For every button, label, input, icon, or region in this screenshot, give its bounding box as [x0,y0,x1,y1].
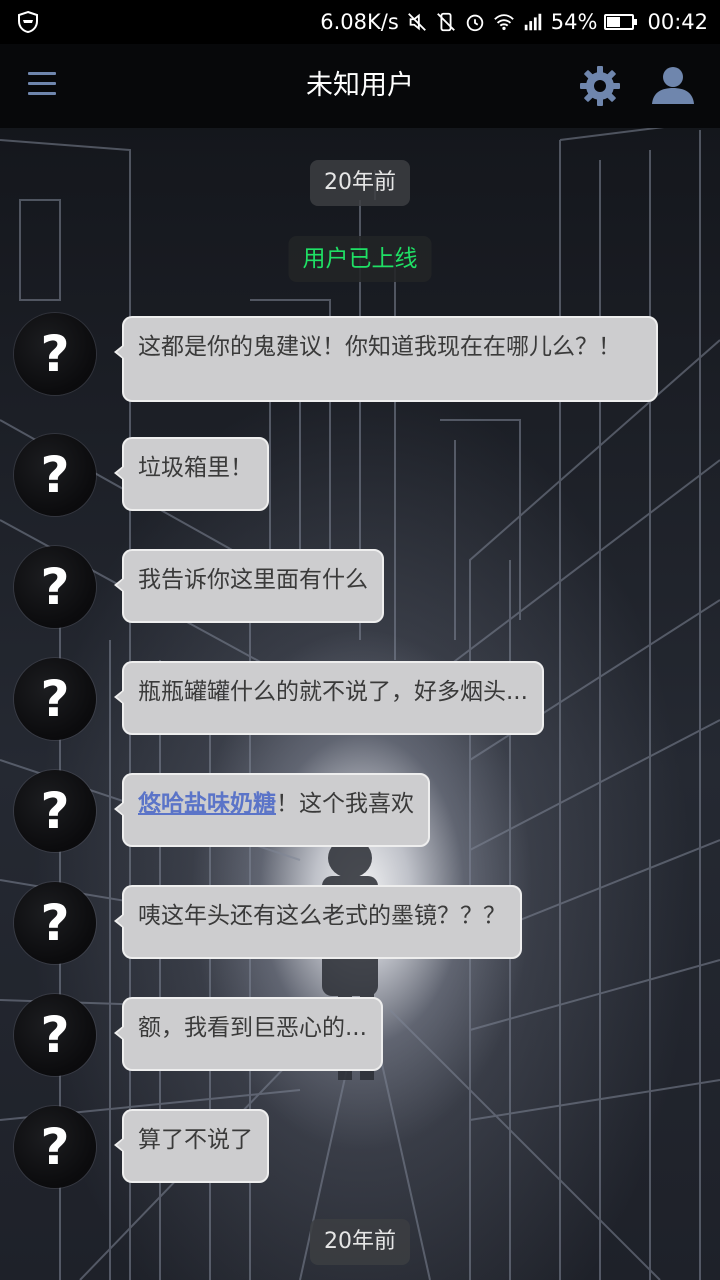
message-bubble[interactable]: 垃圾箱里！ [114,437,269,511]
candy-link[interactable]: 悠哈盐味奶糖 [138,791,276,817]
shield-icon [18,10,38,34]
app-header: 未知用户 [0,44,720,128]
unknown-user-avatar[interactable]: ? [14,658,96,740]
message-bubble[interactable]: 咦这年头还有这么老式的墨镜？？？ [114,885,522,959]
signal-icon [524,13,542,31]
vibrate-off-icon [436,12,455,32]
timestamp-bottom: 20年前 [310,1219,410,1265]
unknown-user-avatar[interactable]: ? [14,770,96,852]
online-status: 用户已上线 [288,236,432,282]
message-bubble[interactable]: 这都是你的鬼建议！你知道我现在在哪儿么？！ [114,316,658,402]
message-bubble[interactable]: 算了不说了 [114,1109,269,1183]
unknown-user-avatar[interactable]: ? [14,994,96,1076]
unknown-user-avatar[interactable]: ? [14,1106,96,1188]
message-bubble[interactable]: 瓶瓶罐罐什么的就不说了，好多烟头... [114,661,544,735]
gear-icon[interactable] [578,64,622,108]
status-bar: 6.08K/s 54% 00:42 [0,0,720,44]
message-bubble[interactable]: 额，我看到巨恶心的... [114,997,383,1071]
wifi-icon [493,14,514,31]
message-text: ！这个我喜欢 [276,791,414,817]
mute-icon [407,13,426,31]
unknown-user-avatar[interactable]: ? [14,882,96,964]
unknown-user-avatar[interactable]: ? [14,434,96,516]
unknown-user-avatar[interactable]: ? [14,546,96,628]
battery-percent: 54% [550,10,598,34]
menu-icon[interactable] [28,72,56,98]
message-bubble[interactable]: 我告诉你这里面有什么 [114,549,384,623]
unknown-user-avatar[interactable]: ? [14,313,96,395]
message-bubble: 悠哈盐味奶糖！这个我喜欢 [114,773,430,847]
user-icon[interactable] [650,64,696,108]
timestamp-top: 20年前 [310,160,410,206]
battery-icon [604,14,638,30]
alarm-icon [466,14,484,32]
network-speed: 6.08K/s [320,10,399,34]
clock: 00:42 [647,10,708,34]
